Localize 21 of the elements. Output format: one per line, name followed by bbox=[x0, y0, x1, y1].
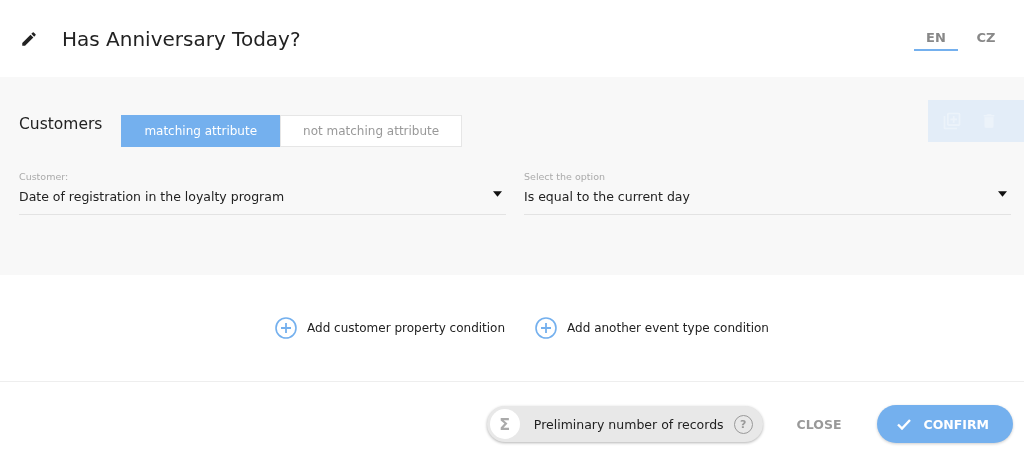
language-tab[interactable]: CZ bbox=[964, 0, 1008, 51]
add-condition-button[interactable]: Add customer property condition bbox=[275, 317, 506, 339]
records-counter[interactable]: Σ Preliminary number of records ? bbox=[486, 406, 763, 442]
page-title: Has Anniversary Today? bbox=[62, 26, 302, 51]
select-field[interactable]: Select the option Is equal to the current day bbox=[524, 171, 1011, 215]
pencil-icon[interactable] bbox=[20, 29, 38, 48]
plus-circle-icon bbox=[275, 317, 298, 339]
plus-circle-icon bbox=[535, 317, 558, 339]
confirm-button[interactable]: CONFIRM bbox=[877, 405, 1013, 443]
sum-symbol: Σ bbox=[489, 409, 520, 439]
close-button[interactable]: CLOSE bbox=[790, 415, 848, 433]
language-tab[interactable]: EN bbox=[914, 0, 958, 51]
entity-label: Customers bbox=[19, 114, 103, 133]
select-field[interactable]: Customer: Date of registration in the loyalty program bbox=[19, 171, 506, 215]
mode-toggle[interactable]: matching attribute bbox=[121, 115, 281, 147]
caret-icon bbox=[493, 191, 502, 197]
mode-toggle[interactable]: not matching attribute bbox=[280, 115, 463, 147]
add-condition-button[interactable]: Add another event type condition bbox=[535, 317, 769, 339]
caret-icon bbox=[998, 191, 1007, 197]
records-label: Preliminary number of records bbox=[533, 416, 724, 432]
check-icon bbox=[897, 418, 912, 430]
